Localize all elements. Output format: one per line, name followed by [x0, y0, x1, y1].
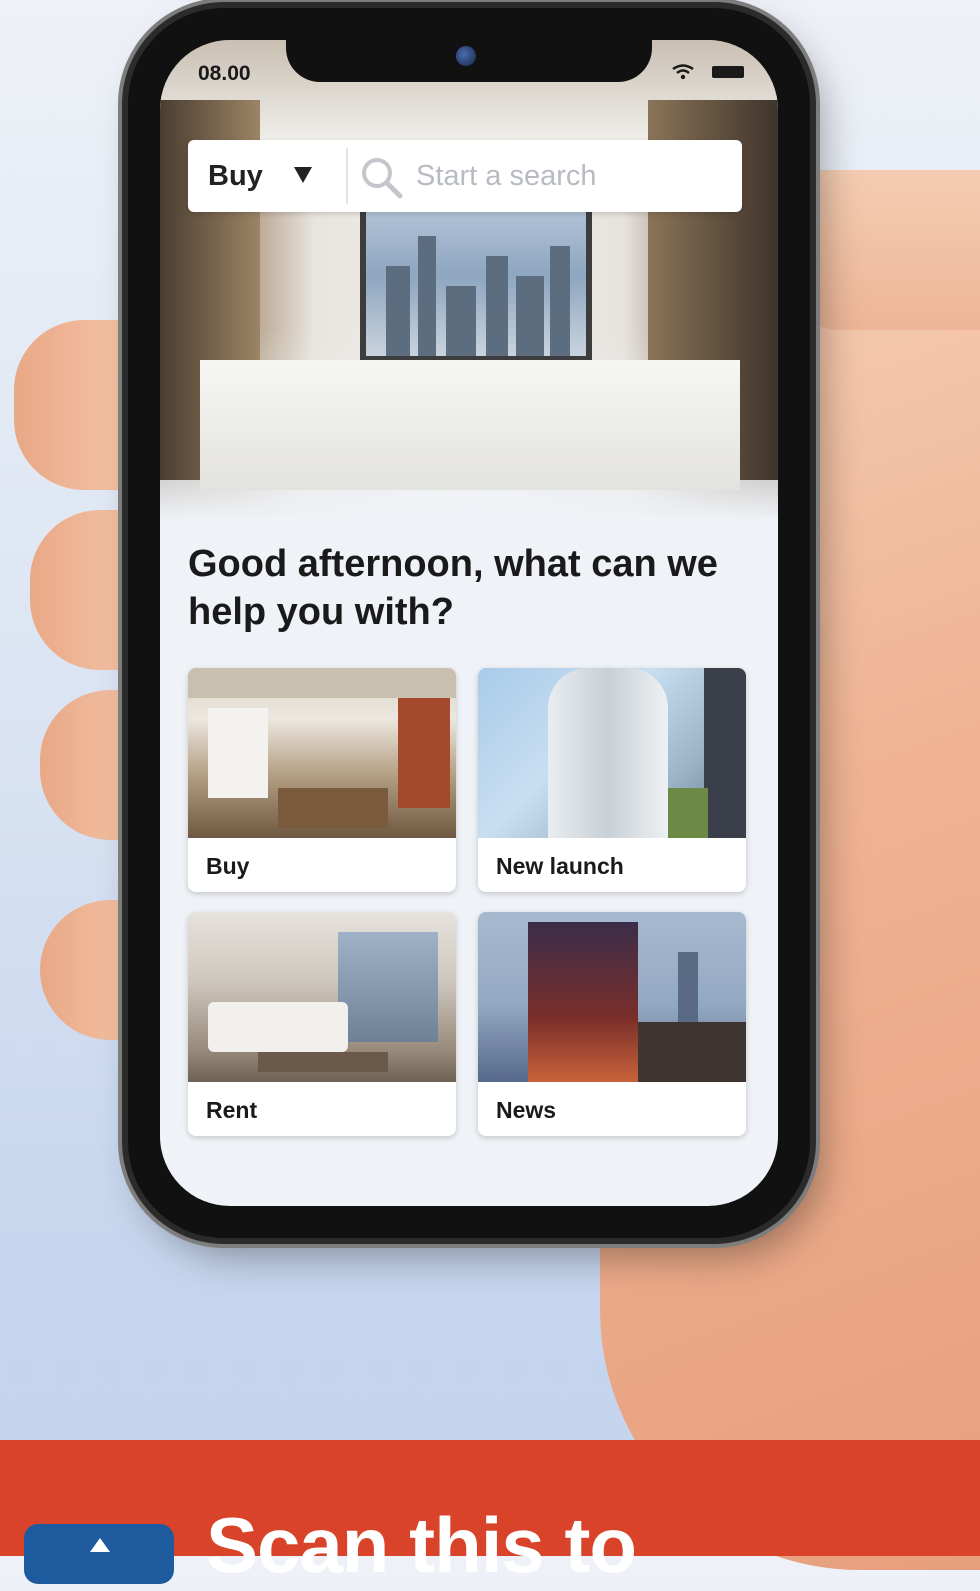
search-divider	[346, 148, 348, 204]
card-label: News	[496, 1097, 557, 1123]
phone-screen: 08.00 Buy Start a search Good afternoon,…	[160, 40, 778, 1206]
hero-image	[160, 40, 778, 520]
battery-icon	[712, 66, 744, 78]
wifi-icon	[672, 64, 694, 80]
card-new-launch-image	[478, 668, 746, 838]
card-label: Buy	[206, 853, 250, 879]
card-news-image	[478, 912, 746, 1082]
status-icons	[672, 64, 744, 80]
chevron-down-icon[interactable]	[294, 167, 312, 183]
card-buy[interactable]: Buy	[188, 668, 456, 892]
notch	[286, 40, 652, 82]
card-buy-image	[188, 668, 456, 838]
search-mode-select[interactable]: Buy	[208, 140, 263, 212]
hand-thumb	[780, 170, 980, 330]
card-news[interactable]: News	[478, 912, 746, 1136]
search-input[interactable]: Start a search	[416, 140, 597, 212]
card-label: Rent	[206, 1097, 258, 1123]
phone: 08.00 Buy Start a search Good afternoon,…	[128, 8, 810, 1238]
card-new-launch[interactable]: New launch	[478, 668, 746, 892]
search-bar[interactable]: Buy Start a search	[188, 140, 742, 212]
search-icon[interactable]	[358, 154, 404, 200]
banner-text: Scan this to	[206, 1501, 637, 1589]
app-icon	[24, 1524, 174, 1584]
status-time: 08.00	[198, 62, 251, 85]
card-rent-image	[188, 912, 456, 1082]
greeting-heading: Good afternoon, what can we help you wit…	[188, 543, 718, 633]
card-rent[interactable]: Rent	[188, 912, 456, 1136]
card-label: New launch	[496, 853, 624, 879]
